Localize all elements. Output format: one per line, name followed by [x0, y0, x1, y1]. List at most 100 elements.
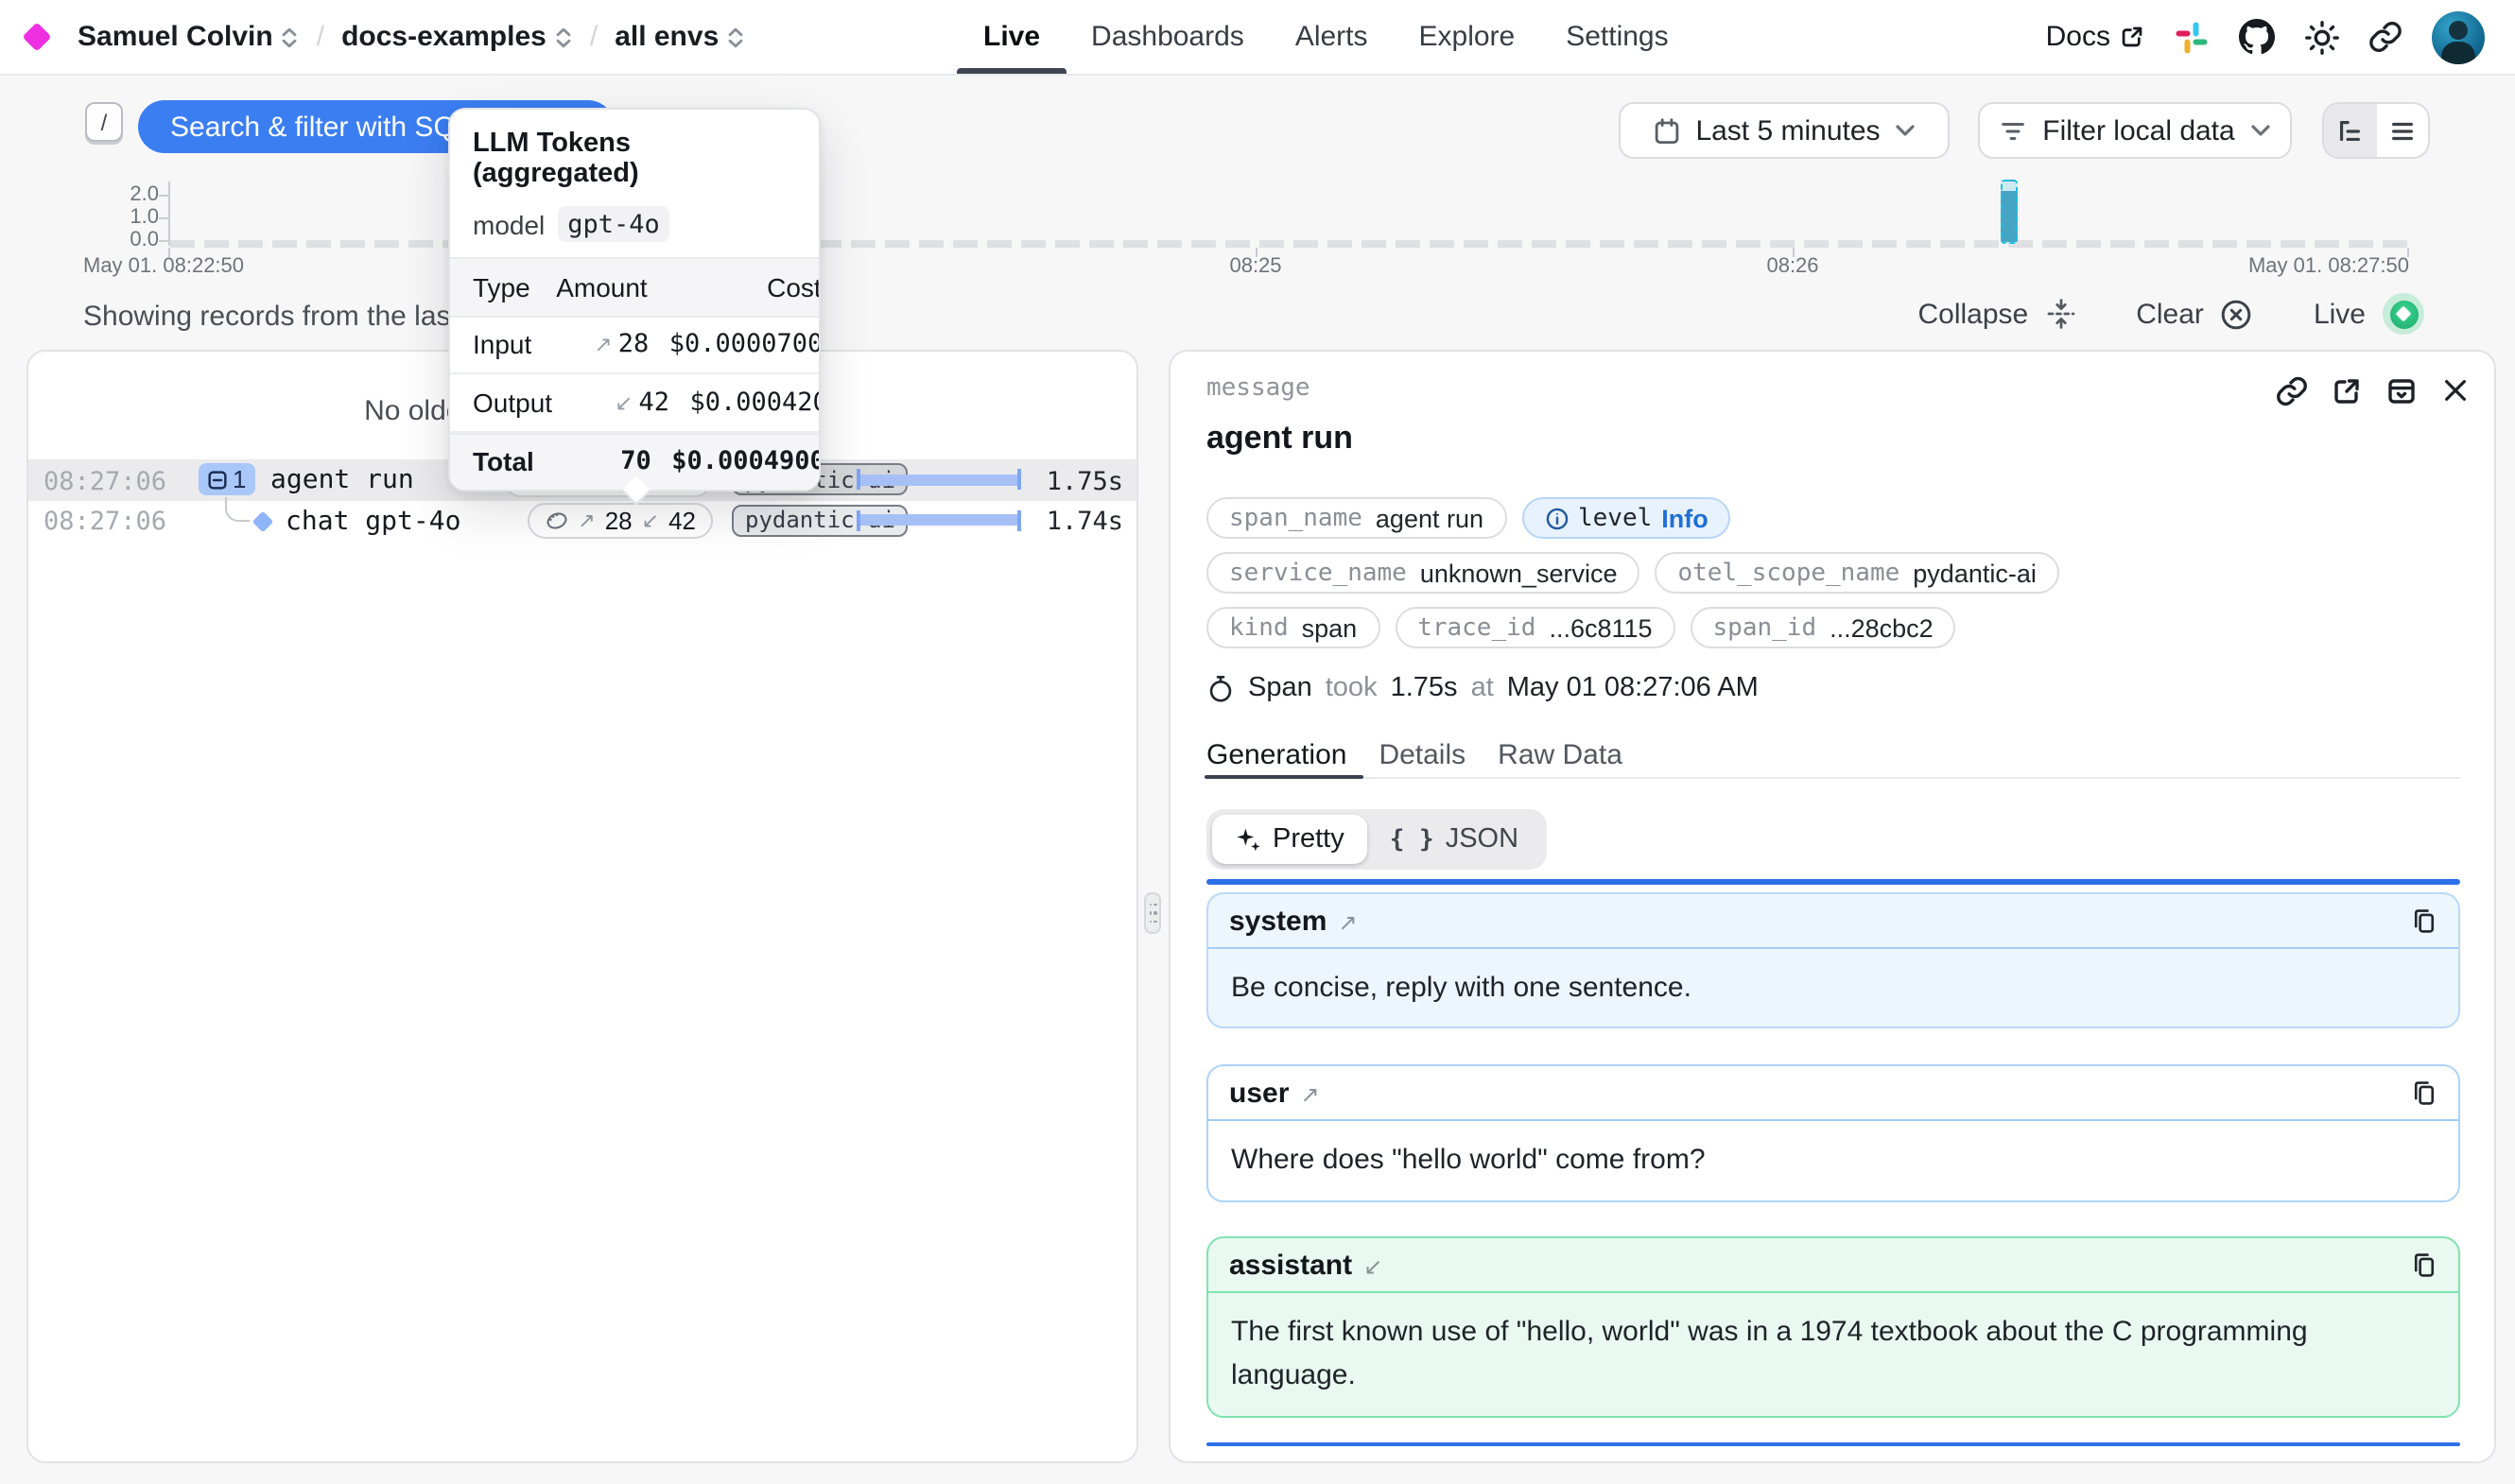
- chevron-down-icon: [2250, 123, 2271, 138]
- trace-row-chat-gpt4o[interactable]: 08:27:06 chat gpt-4o ↗ 28 ↙ 42 pydantic-…: [28, 500, 1136, 541]
- duration-text: 1.74s: [1047, 507, 1123, 537]
- y-tick-1: 1.0: [113, 206, 159, 229]
- timeline-record-bar[interactable]: [2001, 180, 2018, 244]
- model-value: gpt-4o: [558, 206, 669, 242]
- copy-link-icon[interactable]: [2277, 376, 2307, 406]
- attr-value: unknown_service: [1420, 559, 1618, 587]
- attr-value: ...28cbc2: [1830, 613, 1934, 642]
- total-amount: 70: [620, 447, 651, 477]
- copy-icon[interactable]: [2411, 1079, 2437, 1106]
- message-text: The first known use of "hello, world" wa…: [1208, 1293, 2445, 1416]
- copy-icon[interactable]: [2411, 1251, 2437, 1278]
- time-range-button[interactable]: Last 5 minutes: [1619, 102, 1950, 159]
- detail-panel-actions: [2277, 376, 2470, 406]
- collapse-children-chip[interactable]: 1: [199, 463, 255, 495]
- collapse-label[interactable]: Collapse: [1917, 298, 2028, 330]
- live-label[interactable]: Live: [2314, 298, 2366, 330]
- json-view-button[interactable]: { } JSON: [1367, 815, 1541, 864]
- logfire-logo-icon[interactable]: [22, 22, 51, 51]
- open-in-new-icon[interactable]: [2332, 376, 2362, 406]
- docs-label: Docs: [2046, 21, 2110, 53]
- user-avatar[interactable]: [2432, 10, 2485, 63]
- nav-dashboards[interactable]: Dashboards: [1091, 0, 1244, 74]
- main-nav: Live Dashboards Alerts Explore Settings: [983, 0, 1669, 74]
- otel-scope-pill[interactable]: otel_scope_name pydantic-ai: [1655, 552, 2058, 594]
- attr-key: level: [1578, 504, 1652, 532]
- span-title: agent run: [1206, 420, 1353, 457]
- list-view-button[interactable]: [2376, 104, 2428, 157]
- output-arrow-icon: ↙: [642, 508, 659, 532]
- y-axis-line: [168, 181, 170, 246]
- output-tokens: 42: [668, 506, 696, 534]
- close-icon[interactable]: [2441, 376, 2470, 406]
- breadcrumb: Samuel Colvin / docs-examples / all envs: [26, 21, 745, 53]
- json-label: JSON: [1446, 824, 1518, 854]
- y-tick-mark: [159, 195, 168, 197]
- nav-alerts[interactable]: Alerts: [1295, 0, 1368, 74]
- attr-key: span_id: [1713, 613, 1817, 642]
- y-tick-mark: [159, 217, 168, 219]
- tab-details[interactable]: Details: [1379, 739, 1466, 777]
- attribute-row-1: span_name agent run level Info: [1206, 497, 1731, 539]
- pretty-view-button[interactable]: Pretty: [1212, 815, 1367, 864]
- duration-bar[interactable]: [857, 474, 1021, 485]
- level-pill[interactable]: level Info: [1521, 497, 1731, 539]
- row-label: Output: [473, 388, 552, 418]
- took-word: took: [1326, 673, 1378, 703]
- docs-link[interactable]: Docs: [2046, 21, 2144, 53]
- trace-id-pill[interactable]: trace_id ...6c8115: [1395, 607, 1674, 648]
- input-tokens: 28: [605, 506, 633, 534]
- dock-panel-icon[interactable]: [2386, 376, 2417, 406]
- x-label-start: May 01. 08:22:50: [83, 255, 244, 278]
- selector-icon: [554, 26, 573, 49]
- output-arrow-icon: ↙: [615, 389, 633, 416]
- service-name-pill[interactable]: service_name unknown_service: [1206, 552, 1639, 594]
- copy-icon[interactable]: [2411, 907, 2437, 934]
- message-text: Be concise, reply with one sentence.: [1208, 949, 2458, 1028]
- github-icon[interactable]: [2239, 19, 2275, 55]
- col-amount: Amount: [556, 272, 648, 302]
- input-arrow-icon: ↗: [594, 332, 612, 358]
- messages-scroll-area[interactable]: system ↗ Be concise, reply with one sent…: [1206, 879, 2460, 1446]
- breadcrumb-project[interactable]: docs-examples: [341, 21, 573, 53]
- span-id-pill[interactable]: span_id ...28cbc2: [1691, 607, 1956, 648]
- row-timestamp: 08:27:06: [43, 466, 166, 496]
- nav-settings[interactable]: Settings: [1566, 0, 1668, 74]
- nav-live[interactable]: Live: [983, 0, 1040, 74]
- x-label-end: May 01. 08:27:50: [2248, 255, 2409, 278]
- attr-value: agent run: [1376, 504, 1483, 532]
- clear-icon[interactable]: [2221, 298, 2253, 330]
- tree-view-button[interactable]: [2324, 104, 2376, 157]
- span-name: chat gpt-4o: [286, 506, 460, 536]
- pretty-label: Pretty: [1273, 824, 1344, 854]
- filter-local-data-button[interactable]: Filter local data: [1978, 102, 2292, 159]
- tab-underline-track: [1206, 776, 2460, 779]
- live-toggle-button[interactable]: [2383, 293, 2424, 335]
- header-actions: Docs: [2046, 10, 2485, 63]
- tab-raw-data[interactable]: Raw Data: [1498, 739, 1622, 777]
- selector-icon: [726, 26, 745, 49]
- chevron-down-icon: [1896, 123, 1917, 138]
- message-header: system ↗: [1208, 894, 2458, 949]
- panel-resize-handle[interactable]: [1144, 892, 1161, 934]
- nav-explore[interactable]: Explore: [1419, 0, 1516, 74]
- tab-active-underline: [1205, 774, 1363, 779]
- span-name-pill[interactable]: span_name agent run: [1206, 497, 1506, 539]
- duration-bar[interactable]: [857, 514, 1021, 526]
- token-count-badge[interactable]: ↗ 28 ↙ 42: [527, 502, 713, 538]
- clear-label[interactable]: Clear: [2136, 298, 2204, 330]
- theme-toggle-sun-icon[interactable]: [2305, 20, 2339, 54]
- tab-generation[interactable]: Generation: [1206, 739, 1346, 777]
- breadcrumb-env[interactable]: all envs: [615, 21, 745, 53]
- slash-shortcut-key[interactable]: /: [85, 102, 123, 142]
- attr-key: span_name: [1229, 504, 1362, 532]
- project-label: docs-examples: [341, 21, 546, 53]
- input-arrow-icon: ↗: [1338, 908, 1357, 935]
- attr-key: otel_scope_name: [1677, 559, 1899, 587]
- breadcrumb-org[interactable]: Samuel Colvin: [78, 21, 300, 53]
- kind-pill[interactable]: kind span: [1206, 607, 1379, 648]
- child-count: 1: [233, 465, 246, 493]
- collapse-icon[interactable]: [2045, 299, 2075, 329]
- slack-icon[interactable]: [2175, 20, 2209, 54]
- share-link-icon[interactable]: [2369, 21, 2402, 53]
